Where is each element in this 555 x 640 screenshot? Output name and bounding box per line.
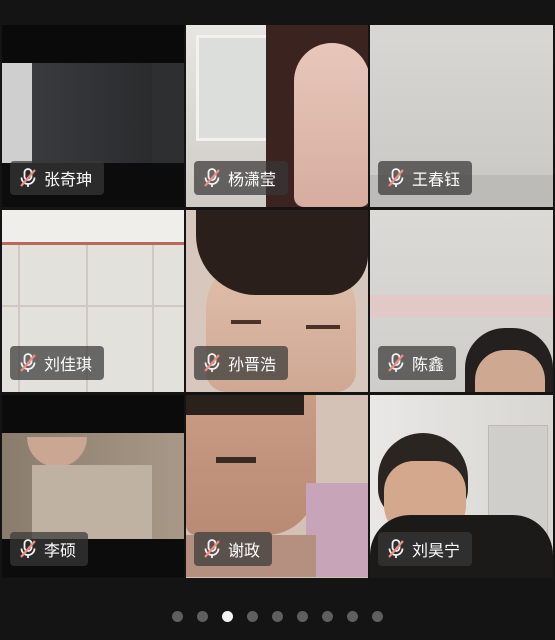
participant-name-badge: 李硕 — [10, 532, 89, 566]
mic-muted-icon — [202, 167, 222, 189]
page-dot[interactable] — [172, 610, 183, 622]
video-tile[interactable]: 王春钰 — [370, 25, 553, 207]
mic-muted-icon — [202, 538, 222, 560]
page-dot[interactable] — [297, 610, 308, 622]
participant-name: 李硕 — [44, 541, 77, 560]
mic-muted-icon — [18, 538, 38, 560]
participant-name: 张奇珅 — [44, 170, 93, 189]
participant-name-badge: 孙晋浩 — [194, 346, 289, 380]
video-grid: 张奇珅 杨潇莹 王春钰 刘佳琪 孙晋浩 陈鑫 李硕 谢政 刘昊宁 — [2, 25, 553, 578]
video-tile[interactable]: 张奇珅 — [2, 25, 184, 207]
page-dot[interactable] — [347, 610, 358, 622]
mic-muted-icon — [386, 538, 406, 560]
mic-muted-icon — [18, 352, 38, 374]
video-tile[interactable]: 陈鑫 — [370, 210, 553, 392]
mic-muted-icon — [386, 167, 406, 189]
participant-name-badge: 张奇珅 — [10, 161, 105, 195]
participant-name: 陈鑫 — [412, 355, 445, 374]
mic-muted-icon — [386, 352, 406, 374]
participant-name-badge: 刘昊宁 — [378, 532, 473, 566]
page-dot[interactable] — [247, 610, 258, 622]
participant-name-badge: 杨潇莹 — [194, 161, 289, 195]
video-tile[interactable]: 李硕 — [2, 395, 184, 578]
participant-name: 王春钰 — [412, 170, 461, 189]
participant-name-badge: 陈鑫 — [378, 346, 457, 380]
page-dot[interactable] — [197, 610, 208, 622]
page-dot[interactable] — [372, 610, 383, 622]
page-dot[interactable] — [322, 610, 333, 622]
video-tile[interactable]: 谢政 — [186, 395, 368, 578]
video-tile[interactable]: 孙晋浩 — [186, 210, 368, 392]
participant-name-badge: 王春钰 — [378, 161, 473, 195]
participant-name: 刘昊宁 — [412, 541, 461, 560]
video-tile[interactable]: 杨潇莹 — [186, 25, 368, 207]
video-tile[interactable]: 刘昊宁 — [370, 395, 553, 578]
page-dot-active[interactable] — [222, 610, 233, 622]
participant-name: 刘佳琪 — [44, 355, 93, 374]
mic-muted-icon — [18, 167, 38, 189]
mic-muted-icon — [202, 352, 222, 374]
participant-name: 谢政 — [228, 541, 261, 560]
page-indicator[interactable] — [0, 606, 555, 626]
video-tile[interactable]: 刘佳琪 — [2, 210, 184, 392]
participant-name: 杨潇莹 — [228, 170, 277, 189]
page-dot[interactable] — [272, 610, 283, 622]
participant-name: 孙晋浩 — [228, 355, 277, 374]
participant-name-badge: 刘佳琪 — [10, 346, 105, 380]
participant-name-badge: 谢政 — [194, 532, 273, 566]
